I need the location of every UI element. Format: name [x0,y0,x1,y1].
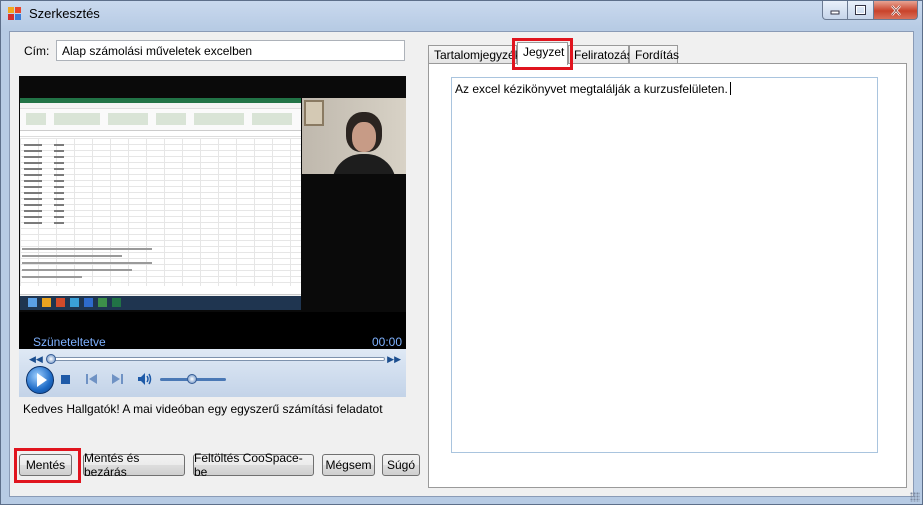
upload-coospace-button[interactable]: Feltöltés CooSpace-be [193,451,314,479]
title-bar: Szerkesztés [1,1,922,27]
video-frame [19,76,406,312]
resize-grip[interactable] [910,492,920,502]
save-button-highlight [14,448,81,483]
title-input[interactable] [56,40,405,61]
editor-window: Szerkesztés Cím: Alap számolási művelete… [0,0,923,505]
close-icon [890,4,901,16]
seek-bar[interactable]: ◀◀ ▶▶ [29,354,401,364]
maximize-button[interactable] [848,1,874,20]
excel-screen-recording [20,98,301,310]
tab-subtitles[interactable]: Feliratozás [568,45,633,64]
play-button[interactable] [26,366,54,394]
minimize-button[interactable] [822,1,848,20]
seek-forward-icon[interactable]: ▶▶ [387,354,401,365]
cancel-button[interactable]: Mégsem [322,454,375,476]
seek-track[interactable] [47,357,385,361]
notes-text: Az excel kézikönyvet megtalálják a kurzu… [455,82,728,96]
taskbar [20,296,301,310]
app-icon [8,7,22,21]
player-controls: ◀◀ ▶▶ [19,349,406,397]
tab-table-of-contents[interactable]: Tartalomjegyzék [428,45,521,64]
text-caret [729,82,731,95]
client-area: Cím: Alap számolási műveletek excelben S… [9,31,914,497]
notes-textarea[interactable]: Az excel kézikönyvet megtalálják a kurzu… [451,77,878,453]
seek-thumb[interactable] [46,354,56,364]
play-icon [36,373,47,387]
help-button[interactable]: Súgó [382,454,420,476]
notes-tab-panel: Az excel kézikönyvet megtalálják a kurzu… [428,63,907,488]
previous-icon[interactable] [85,373,99,385]
close-button[interactable] [874,1,918,20]
caption-preview-text: Kedves Hallgatók! A mai videóban egy egy… [23,402,383,416]
tab-translation[interactable]: Fordítás [629,45,679,64]
stop-icon[interactable] [61,375,70,384]
save-and-close-button[interactable]: Mentés és bezárás [83,451,185,479]
caption-buttons [822,1,918,20]
volume-thumb[interactable] [187,374,197,384]
seek-back-icon[interactable]: ◀◀ [29,354,43,365]
title-label: Cím: [24,44,50,58]
playback-status: Szüneteltetve [33,335,106,349]
next-icon[interactable] [110,373,124,385]
minimize-icon [830,10,840,15]
playback-time: 00:00 [371,335,402,349]
window-title: Szerkesztés [29,6,100,21]
volume-icon[interactable] [137,372,153,386]
maximize-icon [855,5,866,15]
video-player[interactable]: Szüneteltetve 00:00 ◀◀ ▶▶ [19,76,406,397]
webcam-feed [302,98,406,174]
notes-tab-highlight [512,38,573,70]
